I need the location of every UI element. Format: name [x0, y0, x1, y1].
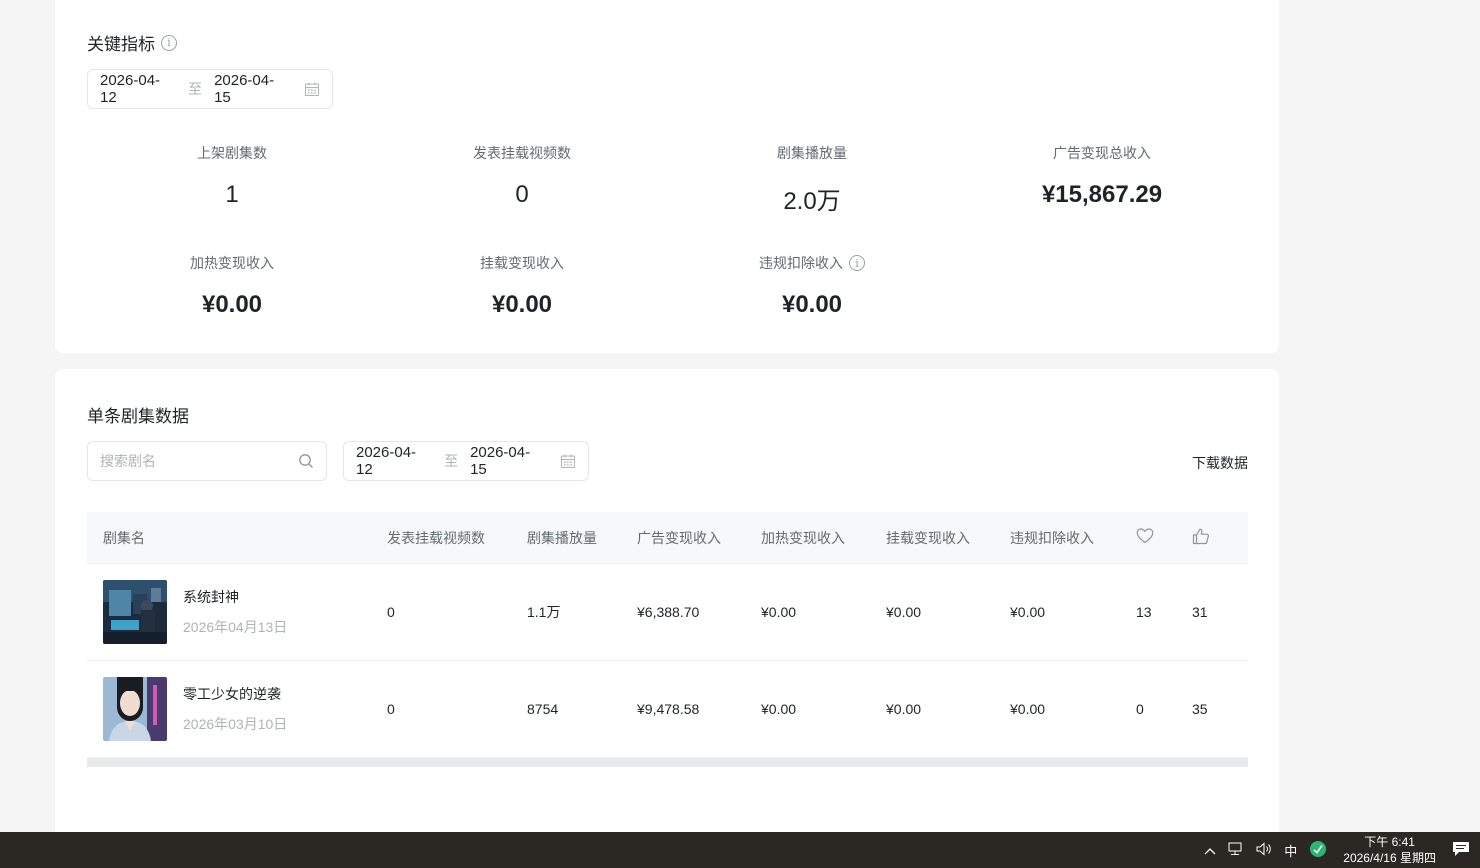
col-header-mount-revenue[interactable]: 挂载变现收入: [886, 528, 1010, 548]
windows-taskbar: 中 下午 6:41 2026/4/16 星期四: [0, 832, 1480, 868]
clock-time: 下午 6:41: [1364, 835, 1415, 849]
metric-heat-revenue: 加热变现收入 ¥0.00: [87, 253, 377, 319]
kpi-date-separator: 至: [188, 81, 203, 97]
cell-videos: 0: [387, 604, 395, 620]
cell-mount-revenue: ¥0.00: [886, 604, 922, 620]
col-header-likes[interactable]: [1192, 528, 1248, 548]
clock-date: 2026/4/16 星期四: [1343, 851, 1436, 865]
col-header-ad-revenue[interactable]: 广告变现收入: [637, 528, 761, 548]
chevron-up-icon[interactable]: [1204, 843, 1216, 858]
metric-violation-deduction: 违规扣除收入 i ¥0.00: [667, 253, 957, 319]
metric-value: ¥0.00: [201, 291, 263, 318]
metric-label: 违规扣除收入: [759, 255, 843, 271]
metric-label: 广告变现总收入: [1053, 145, 1151, 161]
episode-date: 2026年03月10日: [183, 716, 288, 732]
cell-favorites: 13: [1136, 604, 1152, 620]
kpi-date-end[interactable]: 2026-04-15: [214, 72, 290, 106]
cell-ad-revenue: ¥6,388.70: [637, 604, 700, 620]
col-header-deduction[interactable]: 违规扣除收入: [1010, 528, 1136, 548]
key-metrics-card: 关键指标 i 2026-04-12 至 2026-04-15 上架剧集数 1 发…: [55, 0, 1279, 353]
episode-date: 2026年04月13日: [183, 619, 288, 635]
table-row[interactable]: 系统封神 2026年04月13日 0 1.1万 ¥6,388.70 ¥0.00 …: [87, 564, 1248, 661]
search-input[interactable]: [100, 453, 280, 469]
list-date-start[interactable]: 2026-04-12: [356, 444, 432, 478]
col-header-plays[interactable]: 剧集播放量: [527, 528, 637, 548]
list-date-end[interactable]: 2026-04-15: [470, 444, 546, 478]
cell-likes: 31: [1192, 604, 1208, 620]
system-clock[interactable]: 下午 6:41 2026/4/16 星期四: [1343, 834, 1436, 866]
metric-label: 加热变现收入: [190, 255, 274, 271]
list-date-separator: 至: [444, 453, 459, 469]
table-row[interactable]: 零工少女的逆袭 2026年03月10日 0 8754 ¥9,478.58 ¥0.…: [87, 661, 1248, 758]
ime-indicator[interactable]: 中: [1284, 841, 1297, 860]
cell-plays: 8754: [527, 701, 559, 717]
cell-mount-revenue: ¥0.00: [886, 701, 922, 717]
network-icon[interactable]: [1228, 842, 1244, 859]
col-header-heat-revenue[interactable]: 加热变现收入: [761, 528, 886, 548]
metric-label: 剧集播放量: [777, 145, 847, 161]
episode-title[interactable]: 系统封神: [183, 587, 287, 607]
metric-label: 上架剧集数: [197, 145, 267, 161]
metric-value: ¥0.00: [491, 291, 553, 318]
episode-name-block: 零工少女的逆袭 2026年03月10日: [183, 684, 287, 734]
cell-heat-revenue: ¥0.00: [761, 604, 797, 620]
metric-value: ¥15,867.29: [1041, 181, 1163, 208]
episode-data-title: 单条剧集数据: [87, 407, 189, 426]
metric-label-row: 违规扣除收入 i: [759, 253, 865, 273]
metric-value: 2.0万: [783, 188, 841, 215]
notification-icon[interactable]: [1452, 841, 1470, 860]
episode-name-cell: 系统封神 2026年04月13日: [87, 580, 387, 644]
kpi-date-start[interactable]: 2026-04-12: [100, 72, 176, 106]
metric-ad-revenue-total: 广告变现总收入 ¥15,867.29: [957, 143, 1247, 209]
episode-title[interactable]: 零工少女的逆袭: [183, 684, 287, 704]
episode-name-block: 系统封神 2026年04月13日: [183, 587, 287, 637]
cell-heat-revenue: ¥0.00: [761, 701, 797, 717]
table-header: 剧集名 发表挂载视频数 剧集播放量 广告变现收入 加热变现收入 挂载变现收入 违…: [87, 512, 1248, 564]
search-box[interactable]: [87, 441, 327, 481]
thumbs-up-icon[interactable]: [1192, 528, 1210, 545]
cell-deduction: ¥0.00: [1010, 604, 1046, 620]
info-icon[interactable]: i: [161, 34, 177, 51]
metric-label: 发表挂载视频数: [473, 145, 571, 161]
metric-listed-episodes: 上架剧集数 1: [87, 143, 377, 209]
system-tray: 中 下午 6:41 2026/4/16 星期四: [1198, 832, 1480, 868]
episode-table: 剧集名 发表挂载视频数 剧集播放量 广告变现收入 加热变现收入 挂载变现收入 违…: [87, 512, 1248, 767]
metric-value: ¥0.00: [781, 291, 843, 318]
cell-deduction: ¥0.00: [1010, 701, 1046, 717]
episode-cover-image[interactable]: [103, 580, 167, 644]
calendar-icon[interactable]: [560, 453, 576, 469]
cell-likes: 35: [1192, 701, 1208, 717]
key-metrics-title: 关键指标: [87, 35, 155, 54]
app-tray-icon[interactable]: [1309, 840, 1327, 861]
metric-mounted-videos: 发表挂载视频数 0: [377, 143, 667, 209]
episode-data-card: 单条剧集数据 2026-04-12 至 2026-04-15 下载数据 剧集名 …: [55, 369, 1279, 839]
speaker-icon[interactable]: [1256, 841, 1272, 859]
cell-videos: 0: [387, 701, 395, 717]
col-header-favorites[interactable]: [1136, 528, 1192, 547]
cell-plays: 1.1万: [527, 604, 561, 620]
info-icon[interactable]: i: [849, 255, 865, 271]
download-data-link[interactable]: 下载数据: [1192, 453, 1248, 473]
metric-mount-revenue: 挂载变现收入 ¥0.00: [377, 253, 667, 319]
kpi-date-range-picker[interactable]: 2026-04-12 至 2026-04-15: [87, 69, 333, 109]
episode-name-cell: 零工少女的逆袭 2026年03月10日: [87, 677, 387, 741]
metric-play-count: 剧集播放量 2.0万: [667, 143, 957, 216]
cell-favorites: 0: [1136, 701, 1144, 717]
col-header-videos[interactable]: 发表挂载视频数: [387, 528, 527, 548]
horizontal-scrollbar[interactable]: [87, 758, 1248, 767]
search-icon[interactable]: [298, 453, 314, 469]
cell-ad-revenue: ¥9,478.58: [637, 701, 700, 717]
episode-cover-image[interactable]: [103, 677, 167, 741]
heart-icon[interactable]: [1136, 528, 1154, 544]
list-date-range-picker[interactable]: 2026-04-12 至 2026-04-15: [343, 441, 589, 481]
metric-value: 1: [225, 181, 239, 208]
col-header-name[interactable]: 剧集名: [87, 528, 387, 548]
metric-value: 0: [515, 181, 529, 208]
key-metrics-header: 关键指标 i: [87, 30, 177, 55]
metric-label: 挂载变现收入: [480, 255, 564, 271]
calendar-icon[interactable]: [304, 81, 320, 97]
